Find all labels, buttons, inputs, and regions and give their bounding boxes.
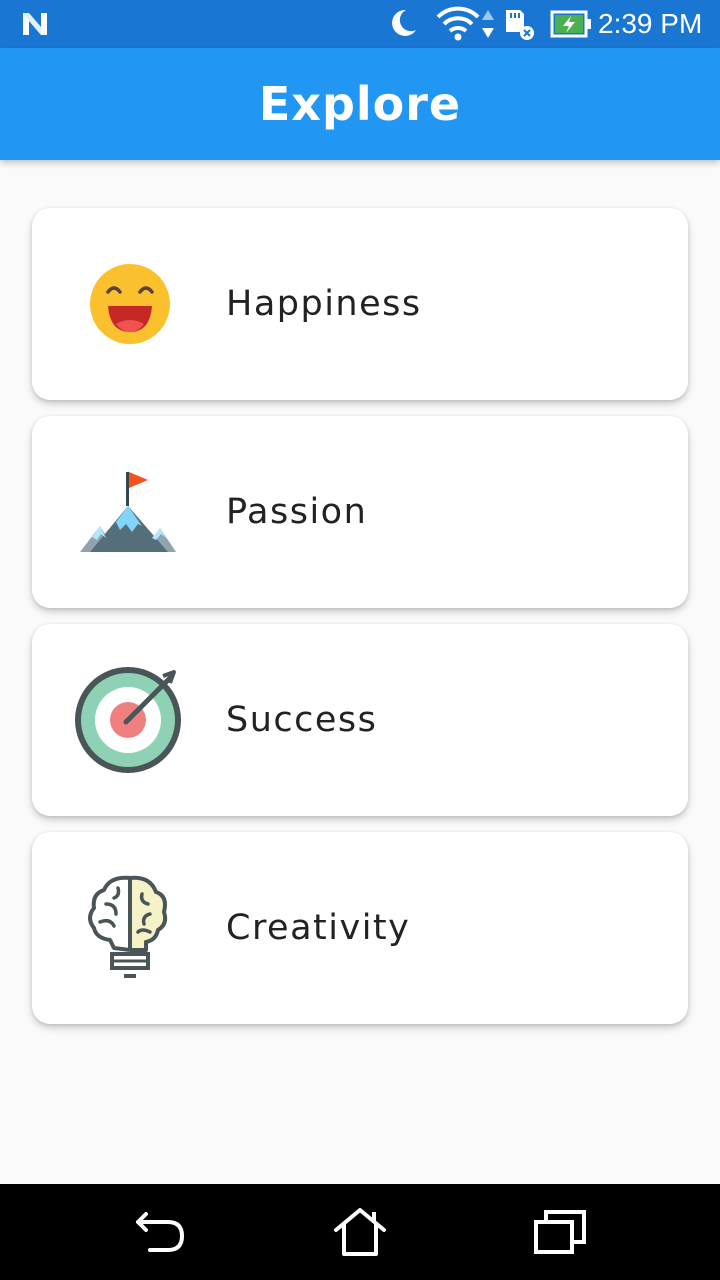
- target-arrow-icon: [75, 667, 181, 773]
- card-label-happiness: Happiness: [226, 284, 422, 324]
- card-label-success: Success: [226, 700, 378, 740]
- data-arrows-icon: [482, 10, 494, 38]
- card-happiness[interactable]: Happiness: [32, 208, 688, 400]
- card-passion[interactable]: Passion: [32, 416, 688, 608]
- status-bar: 2:39 PM: [0, 0, 720, 48]
- do-not-disturb-moon-icon: [392, 9, 416, 36]
- sd-card-icon: [506, 10, 534, 40]
- home-icon[interactable]: [330, 1204, 390, 1260]
- laughing-face-icon: [90, 264, 170, 344]
- status-time: 2:39 PM: [598, 8, 703, 39]
- card-creativity[interactable]: Creativity: [32, 832, 688, 1024]
- notification-n-icon: [23, 13, 47, 35]
- wifi-icon: [436, 6, 480, 41]
- card-label-creativity: Creativity: [226, 908, 411, 948]
- mountain-flag-icon: [80, 472, 176, 552]
- page-title: Explore: [258, 77, 462, 131]
- battery-charging-icon: [550, 10, 591, 38]
- app-bar: Explore: [0, 48, 720, 160]
- brain-lightbulb-icon: [88, 875, 168, 978]
- card-success[interactable]: Success: [32, 624, 688, 816]
- back-icon[interactable]: [130, 1204, 190, 1260]
- navigation-bar: [0, 1184, 720, 1280]
- recents-icon[interactable]: [530, 1204, 590, 1260]
- card-label-passion: Passion: [226, 492, 368, 532]
